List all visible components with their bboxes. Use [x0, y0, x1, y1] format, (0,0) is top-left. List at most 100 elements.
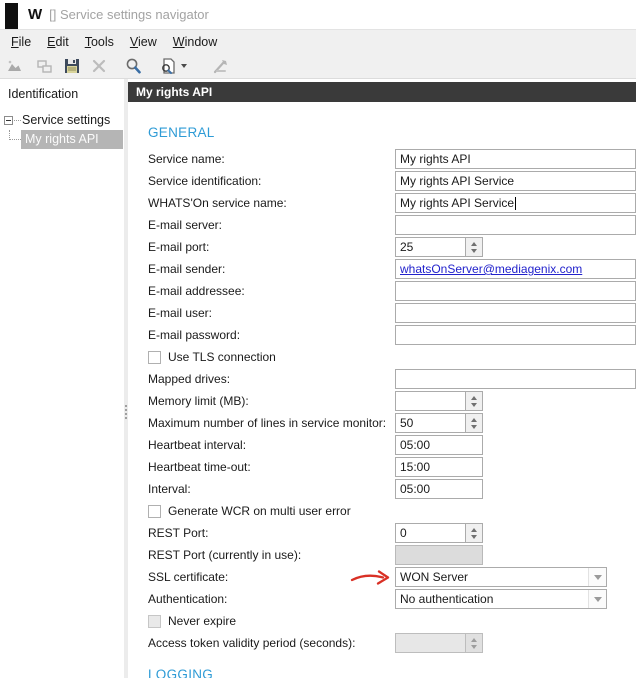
- tree-node-label[interactable]: Service settings: [22, 113, 110, 127]
- panel-title: My rights API: [128, 82, 636, 102]
- generate-wcr-checkbox[interactable]: [148, 504, 161, 518]
- form-row: Service name: My rights API: [148, 149, 636, 169]
- use-tls-checkbox[interactable]: [148, 350, 161, 364]
- field-label: Mapped drives:: [148, 372, 231, 386]
- spin-down-icon[interactable]: [471, 534, 477, 539]
- spin-down-icon[interactable]: [471, 424, 477, 429]
- form-row: E-mail user:: [148, 303, 636, 323]
- spin-up-icon[interactable]: [471, 417, 477, 422]
- search-icon[interactable]: [124, 56, 143, 76]
- form-row: WHATS'On service name: My rights API Ser…: [148, 193, 636, 213]
- form-row: Mapped drives:: [148, 369, 636, 389]
- spinner-buttons[interactable]: [465, 238, 482, 256]
- main-panel: My rights API GENERAL Service name: My r…: [128, 79, 636, 678]
- whatson-service-name-input[interactable]: My rights API Service: [395, 193, 636, 213]
- max-lines-input[interactable]: 50: [395, 413, 483, 433]
- field-label: E-mail user:: [148, 306, 213, 320]
- delete-icon[interactable]: [90, 56, 108, 76]
- checkbox-label: Never expire: [168, 614, 237, 628]
- menu-file[interactable]: File: [3, 32, 39, 52]
- form-row: REST Port (currently in use):: [148, 545, 636, 565]
- field-label: E-mail server:: [148, 218, 223, 232]
- field-label: Heartbeat time-out:: [148, 460, 251, 474]
- service-identification-input[interactable]: My rights API Service: [395, 171, 636, 191]
- tools-icon[interactable]: [211, 56, 230, 76]
- field-label: WHATS'On service name:: [148, 196, 287, 210]
- memory-limit-input[interactable]: [395, 391, 483, 411]
- chart-icon[interactable]: [6, 56, 24, 76]
- field-label: REST Port:: [148, 526, 209, 540]
- sidebar-header: Identification: [8, 87, 79, 101]
- form-row: Never expire: [148, 611, 636, 631]
- section-general: GENERAL: [148, 125, 215, 140]
- email-sender-input[interactable]: whatsOnServer@mediagenix.com: [395, 259, 636, 279]
- interval-input[interactable]: 05:00: [395, 479, 483, 499]
- rest-port-input[interactable]: 0: [395, 523, 483, 543]
- form-row: Service identification: My rights API Se…: [148, 171, 636, 191]
- email-port-input[interactable]: 25: [395, 237, 483, 257]
- field-label: E-mail addressee:: [148, 284, 245, 298]
- form-row: E-mail password:: [148, 325, 636, 345]
- spin-down-icon[interactable]: [471, 402, 477, 407]
- field-label: Heartbeat interval:: [148, 438, 247, 452]
- menu-window[interactable]: Window: [165, 32, 225, 52]
- chevron-down-icon[interactable]: [588, 568, 606, 586]
- form-row: Maximum number of lines in service monit…: [148, 413, 636, 433]
- red-annotation-arrow-icon: [350, 570, 390, 585]
- never-expire-checkbox: [148, 614, 161, 628]
- email-user-input[interactable]: [395, 303, 636, 323]
- spin-up-icon: [471, 637, 477, 642]
- splitter-grip-icon[interactable]: [124, 405, 127, 419]
- heartbeat-timeout-input[interactable]: 15:00: [395, 457, 483, 477]
- spinner-buttons: [465, 634, 482, 652]
- app-icon: [5, 2, 18, 29]
- chevron-down-icon[interactable]: [181, 64, 187, 68]
- field-label: Interval:: [148, 482, 191, 496]
- collapse-icon[interactable]: [4, 115, 13, 125]
- form-row: SSL certificate: WON Server: [148, 567, 636, 587]
- field-label: E-mail port:: [148, 240, 210, 254]
- text-cursor: [515, 196, 517, 210]
- email-addressee-input[interactable]: [395, 281, 636, 301]
- sidebar-splitter[interactable]: [124, 79, 128, 678]
- form-row: REST Port: 0: [148, 523, 636, 543]
- spin-down-icon[interactable]: [471, 248, 477, 253]
- form-row: Access token validity period (seconds):: [148, 633, 636, 653]
- checkbox-label: Generate WCR on multi user error: [168, 504, 351, 518]
- menu-edit[interactable]: Edit: [39, 32, 77, 52]
- window-title: [] Service settings navigator: [49, 7, 209, 22]
- field-label: Access token validity period (seconds):: [148, 636, 356, 650]
- menu-tools[interactable]: Tools: [77, 32, 122, 52]
- tree-connector: [9, 130, 21, 140]
- service-name-input[interactable]: My rights API: [395, 149, 636, 169]
- form-row: E-mail port: 25: [148, 237, 636, 257]
- tree-node-label-selected[interactable]: My rights API: [21, 130, 123, 149]
- navigation-sidebar: Identification Service settings My right…: [0, 79, 124, 678]
- tree-node-my-rights-api[interactable]: My rights API: [0, 130, 124, 149]
- ssl-certificate-dropdown[interactable]: WON Server: [395, 567, 607, 587]
- spinner-buttons[interactable]: [465, 392, 482, 410]
- general-form: Service name: My rights API Service iden…: [148, 149, 636, 653]
- authentication-dropdown[interactable]: No authentication: [395, 589, 607, 609]
- spin-up-icon[interactable]: [471, 395, 477, 400]
- mapped-drives-input[interactable]: [395, 369, 636, 389]
- title-bar: W [] Service settings navigator: [0, 0, 636, 30]
- spin-up-icon[interactable]: [471, 527, 477, 532]
- email-password-input[interactable]: [395, 325, 636, 345]
- cascade-windows-icon[interactable]: [35, 56, 53, 76]
- checkbox-label: Use TLS connection: [168, 350, 276, 364]
- email-link[interactable]: whatsOnServer@mediagenix.com: [400, 262, 582, 276]
- field-label: Service identification:: [148, 174, 262, 188]
- heartbeat-interval-input[interactable]: 05:00: [395, 435, 483, 455]
- email-server-input[interactable]: [395, 215, 636, 235]
- search-document-icon[interactable]: [159, 56, 187, 76]
- spinner-buttons[interactable]: [465, 524, 482, 542]
- save-icon[interactable]: [63, 56, 81, 76]
- menu-bar: File Edit Tools View Window: [0, 30, 636, 54]
- spinner-buttons[interactable]: [465, 414, 482, 432]
- spin-up-icon[interactable]: [471, 241, 477, 246]
- tree-node-service-settings[interactable]: Service settings: [0, 111, 124, 129]
- form-row: Heartbeat interval: 05:00: [148, 435, 636, 455]
- chevron-down-icon[interactable]: [588, 590, 606, 608]
- menu-view[interactable]: View: [122, 32, 165, 52]
